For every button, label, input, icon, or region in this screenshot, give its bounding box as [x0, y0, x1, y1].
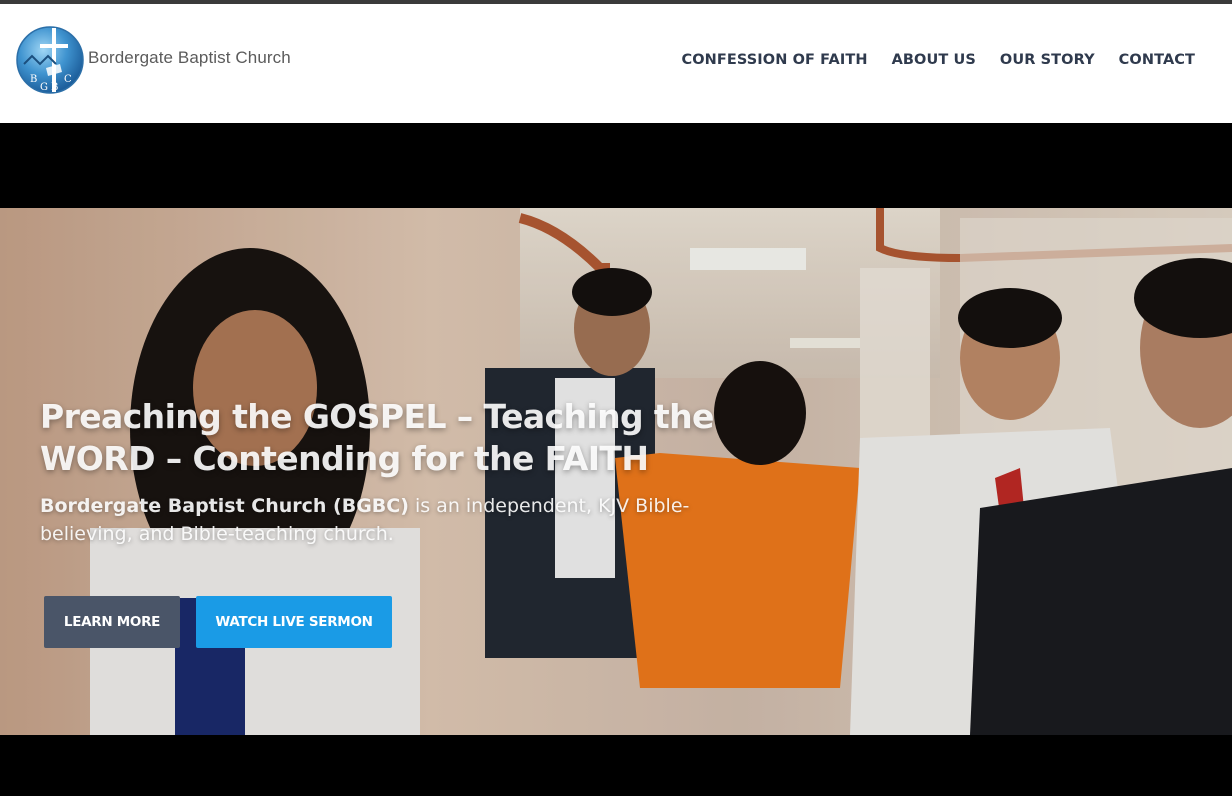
logo-letter-4: C — [64, 74, 72, 85]
hero-video: Preaching the GOSPEL – Teaching the WORD… — [0, 208, 1232, 735]
nav-confession-of-faith[interactable]: CONFESSION OF FAITH — [681, 52, 867, 68]
hero-subtitle: Bordergate Baptist Church (BGBC) is an i… — [40, 492, 740, 548]
hero-headline-line-1: Preaching the GOSPEL – Teaching the — [40, 397, 714, 436]
logo-letter-2: G — [40, 82, 48, 93]
main-nav: CONFESSION OF FAITH ABOUT US OUR STORY C… — [681, 52, 1195, 68]
hero-text: Preaching the GOSPEL – Teaching the WORD… — [40, 396, 760, 548]
logo-letter-3: B — [51, 82, 58, 93]
nav-our-story[interactable]: OUR STORY — [1000, 52, 1095, 68]
site-logo[interactable]: B G B C Bordergate Baptist Church — [16, 24, 291, 96]
nav-contact[interactable]: CONTACT — [1119, 52, 1195, 68]
learn-more-button[interactable]: LEARN MORE — [44, 596, 180, 648]
logo-letter-1: B — [30, 74, 37, 85]
watch-live-sermon-button[interactable]: WATCH LIVE SERMON — [196, 596, 392, 648]
site-header: B G B C Bordergate Baptist Church CONFES… — [0, 4, 1232, 123]
hero-subtitle-church-name: Bordergate Baptist Church (BGBC) — [40, 495, 409, 517]
church-logo-icon: B G B C — [16, 24, 86, 94]
nav-about-us[interactable]: ABOUT US — [892, 52, 976, 68]
hero-headline-line-2: WORD – Contending for the FAITH — [40, 439, 649, 478]
site-name: Bordergate Baptist Church — [88, 48, 291, 67]
hero-headline: Preaching the GOSPEL – Teaching the WORD… — [40, 396, 760, 480]
